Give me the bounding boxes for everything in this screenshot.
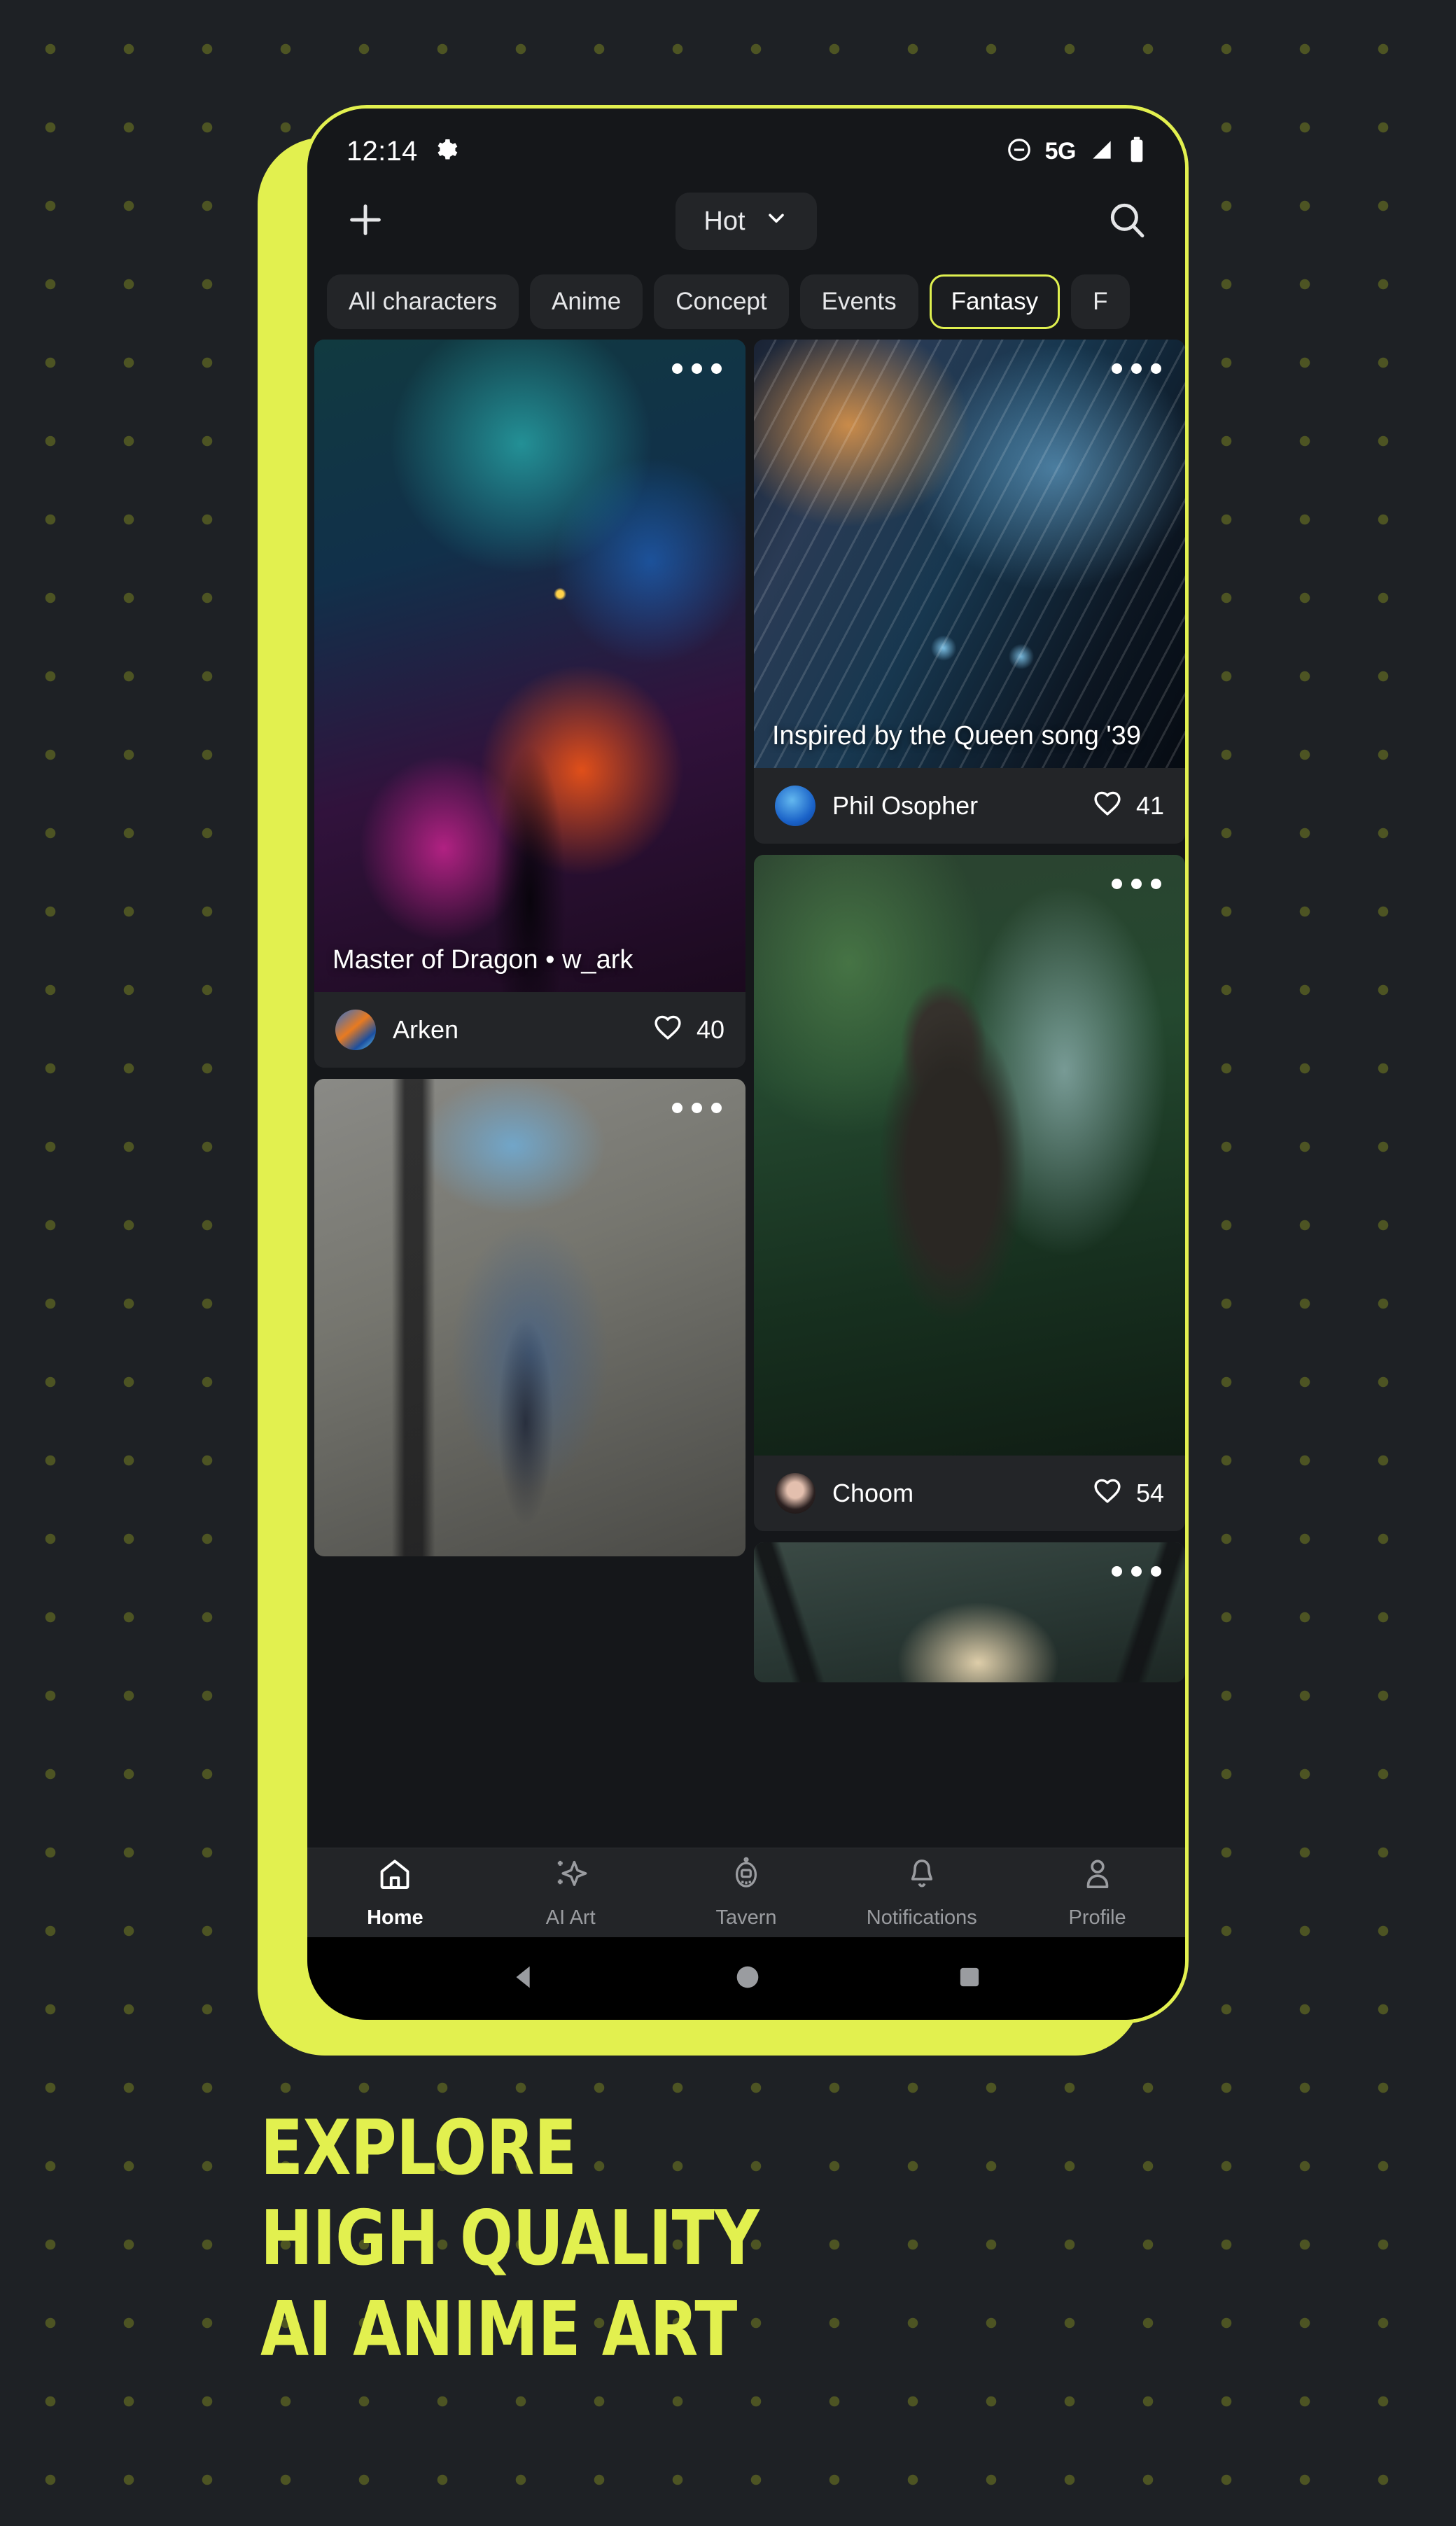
- card-caption: Master of Dragon • w_ark: [332, 944, 634, 975]
- card-author-row[interactable]: Arken 40: [314, 992, 746, 1068]
- card-thumbnail[interactable]: Inspired by the Queen song '39: [754, 340, 1185, 768]
- more-options-icon[interactable]: [1112, 1566, 1161, 1577]
- bottom-navigation-bar[interactable]: Home AI Art Tavern Notifications Profile: [307, 1848, 1185, 1937]
- like-count: 41: [1135, 791, 1164, 820]
- network-type-label: 5G: [1044, 137, 1077, 165]
- do-not-disturb-icon: [1006, 137, 1032, 167]
- sparkle-icon: [552, 1856, 589, 1898]
- content-feed[interactable]: Master of Dragon • w_ark Arken 40 Inspir…: [307, 340, 1185, 1848]
- card-queen-song[interactable]: Inspired by the Queen song '39 Phil Osop…: [754, 340, 1185, 844]
- promo-headline: EXPLORE HIGH QUALITY AI ANIME ART: [260, 2105, 802, 2373]
- headline-line-3: AI ANIME ART: [260, 2285, 737, 2373]
- headline-line-2: HIGH QUALITY: [260, 2195, 760, 2283]
- card-caption: Inspired by the Queen song '39: [772, 720, 1141, 751]
- author-name[interactable]: Phil Osopher: [832, 791, 978, 821]
- bell-icon: [904, 1856, 940, 1898]
- android-system-nav[interactable]: [307, 1937, 1185, 2020]
- card-author-row[interactable]: Choom 54: [754, 1456, 1185, 1531]
- avatar[interactable]: [775, 1473, 816, 1514]
- feed-column-right: Inspired by the Queen song '39 Phil Osop…: [754, 340, 1185, 1848]
- status-bar-left: 12:14: [346, 136, 458, 167]
- sort-dropdown[interactable]: Hot: [676, 193, 817, 250]
- nav-item-profile[interactable]: Profile: [1009, 1848, 1185, 1937]
- signal-bars-icon: [1088, 137, 1115, 167]
- card-thumbnail[interactable]: [314, 1079, 746, 1556]
- triangle-back-icon[interactable]: [508, 1961, 540, 1997]
- card-master-of-dragon[interactable]: Master of Dragon • w_ark Arken 40: [314, 340, 746, 1068]
- tavern-icon: [728, 1856, 764, 1898]
- gear-icon: [433, 137, 458, 166]
- category-tab-strip[interactable]: All characters Anime Concept Events Fant…: [307, 264, 1185, 340]
- plus-icon: [344, 198, 387, 245]
- search-icon: [1105, 198, 1149, 245]
- heart-outline-icon: [1091, 787, 1124, 825]
- avatar[interactable]: [335, 1010, 376, 1050]
- home-icon: [377, 1856, 413, 1898]
- nav-item-notifications[interactable]: Notifications: [834, 1848, 1009, 1937]
- nav-item-home[interactable]: Home: [307, 1848, 483, 1937]
- card-author-row[interactable]: Phil Osopher 41: [754, 768, 1185, 844]
- more-options-icon[interactable]: [672, 363, 722, 374]
- more-options-icon[interactable]: [1112, 879, 1161, 889]
- heart-outline-icon: [1091, 1474, 1124, 1513]
- phone-device-frame: 12:14 5G Hot All characters Anime Concep…: [304, 105, 1189, 2023]
- artwork-cat: [754, 855, 1185, 1456]
- more-options-icon[interactable]: [672, 1103, 722, 1113]
- battery-full-icon: [1128, 136, 1146, 167]
- feed-column-left: Master of Dragon • w_ark Arken 40: [307, 340, 746, 1848]
- chevron-down-icon: [764, 205, 789, 237]
- card-blue-knight[interactable]: [314, 1079, 746, 1556]
- promo-background: 12:14 5G Hot All characters Anime Concep…: [0, 0, 1456, 2526]
- like-counter[interactable]: 41: [1091, 787, 1164, 825]
- app-bar: Hot: [307, 179, 1185, 264]
- card-waterfall-cat[interactable]: Choom 54: [754, 855, 1185, 1531]
- author-name[interactable]: Arken: [393, 1015, 458, 1045]
- heart-outline-icon: [652, 1011, 684, 1049]
- add-creation-button[interactable]: [338, 194, 393, 249]
- card-thumbnail[interactable]: [754, 855, 1185, 1456]
- tab-fantasy[interactable]: Fantasy: [929, 274, 1060, 329]
- tab-all-characters[interactable]: All characters: [327, 274, 519, 329]
- nav-item-ai-art[interactable]: AI Art: [483, 1848, 659, 1937]
- like-count: 54: [1135, 1479, 1164, 1507]
- status-bar: 12:14 5G: [307, 109, 1185, 179]
- like-count: 40: [696, 1015, 724, 1044]
- square-recents-icon[interactable]: [955, 1962, 984, 1995]
- person-icon: [1079, 1856, 1116, 1898]
- nav-label: Tavern: [715, 1906, 777, 1929]
- like-counter[interactable]: 54: [1091, 1474, 1164, 1513]
- card-thumbnail[interactable]: [754, 1542, 1185, 1682]
- avatar[interactable]: [775, 786, 816, 826]
- nav-label: AI Art: [545, 1906, 596, 1929]
- like-counter[interactable]: 40: [652, 1011, 724, 1049]
- sort-selected-value: Hot: [704, 206, 746, 236]
- nav-label: Home: [367, 1906, 424, 1929]
- tab-concept[interactable]: Concept: [654, 274, 789, 329]
- tab-anime[interactable]: Anime: [530, 274, 643, 329]
- artwork-blonde-swords: [754, 1542, 1185, 1682]
- status-bar-right: 5G: [1006, 136, 1146, 167]
- nav-item-tavern[interactable]: Tavern: [659, 1848, 834, 1937]
- card-blonde-swords[interactable]: [754, 1542, 1185, 1682]
- nav-label: Notifications: [866, 1906, 977, 1929]
- author-name[interactable]: Choom: [832, 1479, 913, 1508]
- artwork-dragon: [314, 340, 746, 992]
- search-button[interactable]: [1100, 194, 1154, 249]
- tab-events[interactable]: Events: [799, 274, 918, 329]
- nav-label: Profile: [1068, 1906, 1126, 1929]
- headline-line-1: EXPLORE: [260, 2105, 577, 2192]
- more-options-icon[interactable]: [1112, 363, 1161, 374]
- artwork-blue-knight: [314, 1079, 746, 1556]
- circle-home-icon[interactable]: [732, 1961, 764, 1997]
- status-time: 12:14: [346, 135, 418, 167]
- tab-overflow-partial[interactable]: F: [1071, 274, 1130, 329]
- card-thumbnail[interactable]: Master of Dragon • w_ark: [314, 340, 746, 992]
